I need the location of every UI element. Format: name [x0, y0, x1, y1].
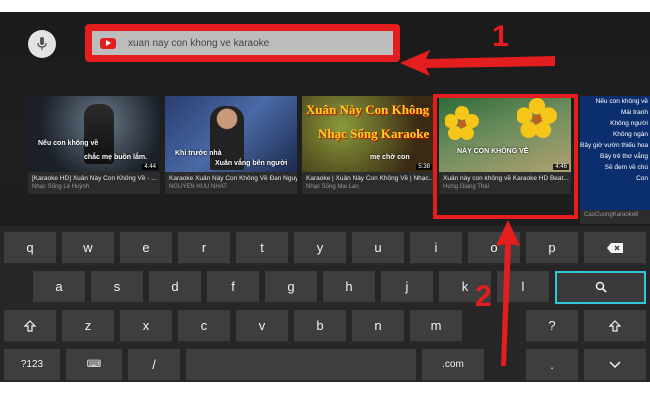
microphone-icon	[37, 37, 47, 50]
key-h[interactable]: h	[323, 271, 375, 304]
thumbnail-caption: Khi trước nhà	[175, 150, 222, 157]
lyric-line: Nếu con không về	[595, 98, 648, 105]
thumbnail-caption: mẹ chờ con	[370, 154, 410, 161]
key-i[interactable]: i	[410, 232, 462, 265]
partial-video-thumbnail[interactable]: Nếu con không về Mái tranh Không người K…	[580, 96, 650, 210]
backspace-icon	[607, 242, 623, 253]
video-channel: NGUYEN HUU NHAT	[169, 184, 227, 190]
key-p[interactable]: p	[526, 232, 578, 265]
video-thumbnail: Xuân Này Con Không Về Nhạc Sống Karaoke …	[302, 96, 434, 172]
lyric-line: Bây giờ vườn thiếu hoa	[580, 142, 649, 149]
key-period[interactable]: .	[526, 349, 578, 382]
lyric-line: Bây trẻ thơ vắng	[600, 153, 648, 160]
dismiss-keyboard-key[interactable]	[584, 349, 646, 382]
youtube-logo-icon	[100, 37, 116, 49]
key-u[interactable]: u	[352, 232, 404, 265]
shift-key-right[interactable]	[584, 310, 646, 343]
search-icon	[595, 281, 607, 293]
search-field-highlight: xuan nay con khong ve karaoke	[85, 24, 400, 62]
video-card[interactable]: Nếu con không về chắc mẹ buồn lắm. 4:44 …	[28, 96, 160, 194]
key-question[interactable]: ?	[526, 310, 578, 343]
space-key[interactable]	[186, 349, 416, 382]
key-r[interactable]: r	[178, 232, 230, 265]
shift-icon	[609, 319, 621, 332]
selected-video-highlight	[433, 94, 578, 219]
search-query-text: xuan nay con khong ve karaoke	[128, 37, 270, 49]
thumbnail-caption: Nếu con không về	[38, 140, 99, 147]
shift-key[interactable]	[4, 310, 56, 343]
video-thumbnail: Nếu con không về chắc mẹ buồn lắm. 4:44	[28, 96, 160, 172]
voice-search-button[interactable]	[28, 30, 56, 58]
thumbnail-caption: chắc mẹ buồn lắm.	[84, 154, 148, 161]
key-g[interactable]: g	[265, 271, 317, 304]
video-channel: Nhạc Sống Mai Lan	[306, 184, 359, 190]
onscreen-keyboard: q w e r t y u i o p a s d f g h j k l z …	[0, 226, 650, 382]
key-a[interactable]: a	[33, 271, 85, 304]
thumbnail-caption: Xuân vắng bên người	[215, 160, 288, 167]
key-t[interactable]: t	[236, 232, 288, 265]
lyric-line: Sẽ đem về chú	[604, 164, 648, 171]
video-title: Karaoke Xuân Này Con Không Về Đan Nguyên	[169, 175, 297, 182]
annotation-number-2: 2	[475, 280, 492, 313]
symbols-key[interactable]: ?123	[4, 349, 60, 382]
chevron-down-icon	[609, 360, 621, 368]
thumbnail-caption: Nhạc Sống Karaoke	[318, 126, 430, 141]
video-title: [Karaoke HD] Xuân Này Con Không Về - ...	[32, 175, 157, 182]
search-key[interactable]	[555, 271, 646, 304]
key-w[interactable]: w	[62, 232, 114, 265]
video-channel: Nhạc Sống Lê Huỳnh	[32, 184, 90, 190]
key-b[interactable]: b	[294, 310, 346, 343]
key-f[interactable]: f	[207, 271, 259, 304]
video-duration: 5:38	[416, 164, 432, 170]
language-key[interactable]: ⌨	[66, 349, 122, 382]
key-x[interactable]: x	[120, 310, 172, 343]
key-e[interactable]: e	[120, 232, 172, 265]
search-input[interactable]: xuan nay con khong ve karaoke	[92, 31, 393, 55]
video-title: Karaoke | Xuân Này Con Không Về | Nhạc..…	[306, 175, 434, 182]
key-s[interactable]: s	[91, 271, 143, 304]
key-d[interactable]: d	[149, 271, 201, 304]
video-thumbnail: Khi trước nhà Xuân vắng bên người	[165, 96, 297, 172]
key-n[interactable]: n	[352, 310, 404, 343]
key-j[interactable]: j	[381, 271, 433, 304]
key-v[interactable]: v	[236, 310, 288, 343]
dotcom-key[interactable]: .com	[422, 349, 484, 382]
annotation-arrow-2	[496, 220, 520, 366]
lyric-line: Không người	[610, 120, 648, 127]
annotation-number-1: 1	[492, 20, 509, 53]
tv-screen: xuan nay con khong ve karaoke 1 Nếu con …	[0, 12, 650, 382]
video-channel: CaoCuongKaraoke8	[580, 210, 650, 224]
key-q[interactable]: q	[4, 232, 56, 265]
key-y[interactable]: y	[294, 232, 346, 265]
shift-icon	[24, 319, 36, 332]
backspace-key[interactable]	[584, 232, 646, 265]
lyric-line: Con	[636, 175, 648, 182]
key-slash[interactable]: /	[128, 349, 180, 382]
video-card[interactable]: Xuân Này Con Không Về Nhạc Sống Karaoke …	[302, 96, 434, 194]
lyric-line: Mái tranh	[620, 109, 648, 116]
video-card[interactable]: Khi trước nhà Xuân vắng bên người Karaok…	[165, 96, 297, 194]
annotation-arrow-1	[400, 50, 555, 76]
thumbnail-caption: Xuân Này Con Không Về	[306, 102, 434, 117]
key-m[interactable]: m	[410, 310, 462, 343]
key-c[interactable]: c	[178, 310, 230, 343]
lyric-line: Không ngàn	[612, 131, 648, 138]
video-duration: 4:44	[142, 164, 158, 170]
key-z[interactable]: z	[62, 310, 114, 343]
